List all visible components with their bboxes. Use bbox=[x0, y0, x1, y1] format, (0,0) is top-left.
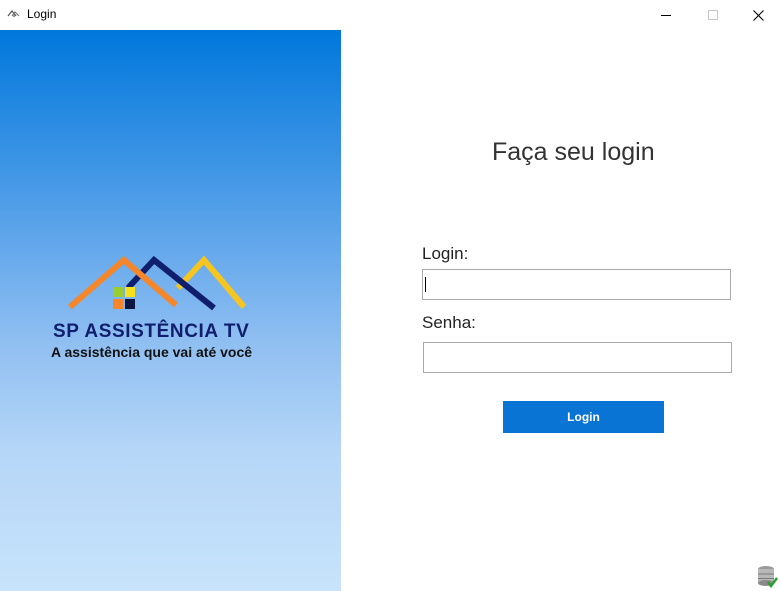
password-input[interactable] bbox=[423, 342, 732, 373]
close-button[interactable] bbox=[735, 0, 781, 30]
database-check-icon bbox=[758, 566, 778, 589]
maximize-button[interactable] bbox=[690, 0, 736, 30]
close-icon bbox=[752, 9, 764, 21]
form-title: Faça seu login bbox=[492, 138, 655, 166]
brand-name: SP ASSISTÊNCIA TV bbox=[53, 321, 250, 342]
house-logo-icon bbox=[68, 255, 247, 311]
minimize-icon bbox=[661, 15, 671, 16]
brand-tagline: A assistência que vai até você bbox=[51, 344, 253, 360]
app-icon bbox=[7, 10, 20, 17]
login-label: Login: bbox=[422, 244, 469, 263]
minimize-button[interactable] bbox=[643, 0, 689, 30]
text-caret bbox=[425, 277, 426, 292]
password-label: Senha: bbox=[422, 313, 476, 332]
maximize-icon bbox=[708, 10, 718, 20]
login-button[interactable]: Login bbox=[503, 401, 664, 433]
login-input[interactable] bbox=[422, 269, 731, 300]
title-bar: Login bbox=[0, 0, 781, 30]
branding-panel: SP ASSISTÊNCIA TV A assistência que vai … bbox=[0, 30, 341, 591]
window-title: Login bbox=[27, 7, 57, 21]
